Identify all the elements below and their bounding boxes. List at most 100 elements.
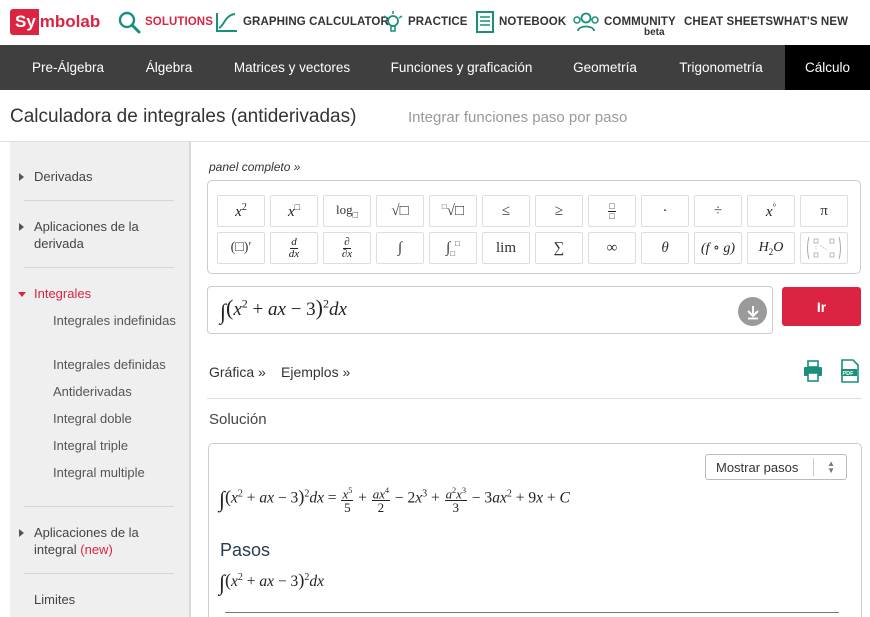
key-partial[interactable]: ∂ ∂x <box>323 232 371 264</box>
nav-practice[interactable]: PRACTICE <box>382 8 468 36</box>
key-degree[interactable]: x° <box>747 195 795 227</box>
sidebar-subitem[interactable]: Integral triple <box>53 437 185 454</box>
key-fraction[interactable]: □ □ <box>588 195 636 227</box>
math-keypad: x2 x□ log□ √□ □√□ ≤ ≥ □ □ · ÷ x° π (□)′ d… <box>207 180 861 274</box>
sidebar-divider <box>24 506 174 507</box>
search-icon <box>118 11 141 34</box>
graph-link[interactable]: Gráfica » <box>209 364 266 380</box>
category-tab[interactable]: Funciones y graficación <box>380 45 543 90</box>
logo-badge: Sy <box>10 9 39 35</box>
beta-badge: beta <box>644 27 665 38</box>
key-definite-integral[interactable]: ∫□□ <box>429 232 477 264</box>
logo-text: mbolab <box>39 12 101 31</box>
nav-practice-label: PRACTICE <box>408 16 468 28</box>
sidebar-item-limites[interactable]: Limites <box>10 591 185 608</box>
sidebar-divider <box>24 200 174 201</box>
input-expression: ∫(x2 + ax − 3)2dx <box>220 295 347 324</box>
key-infinity[interactable]: ∞ <box>588 232 636 264</box>
key-sqrt[interactable]: √□ <box>376 195 424 227</box>
print-icon[interactable] <box>803 360 823 387</box>
notebook-icon <box>476 11 494 33</box>
community-icon <box>573 12 599 32</box>
sidebar: Derivadas Aplicaciones de la derivada In… <box>10 142 191 617</box>
key-prime[interactable]: (□)′ <box>217 232 265 264</box>
nav-cheat-sheets[interactable]: CHEAT SHEETS <box>684 8 773 36</box>
key-composition[interactable]: (f ∘ g) <box>694 232 742 264</box>
key-pi[interactable]: π <box>800 195 848 227</box>
key-chemistry[interactable]: H2O <box>747 232 795 264</box>
chevron-down-icon <box>18 292 26 297</box>
examples-link[interactable]: Ejemplos » <box>281 364 350 380</box>
key-leq[interactable]: ≤ <box>482 195 530 227</box>
category-tab-active[interactable]: Cálculo <box>785 45 870 90</box>
nav-cheat-sheets-label: CHEAT SHEETS <box>684 16 774 28</box>
top-nav: Sy mbolab SOLUTIONS GRAPHING CALCULATOR P… <box>0 0 870 45</box>
full-panel-link[interactable]: panel completo » <box>209 160 300 174</box>
sidebar-subitem[interactable]: Integrales definidas <box>53 356 185 373</box>
nav-whats-new-label: WHAT'S NEW <box>773 16 849 28</box>
nav-graphing-calculator[interactable]: GRAPHING CALCULATOR <box>215 8 389 36</box>
go-button[interactable]: Ir <box>782 287 861 326</box>
arrow-down-icon <box>746 305 759 319</box>
key-divide[interactable]: ÷ <box>694 195 742 227</box>
sidebar-item-derivadas[interactable]: Derivadas <box>10 168 185 185</box>
category-bar: Pre-Álgebra Álgebra Matrices y vectores … <box>0 45 870 90</box>
show-steps-label: Mostrar pasos <box>716 460 799 475</box>
sidebar-subitem[interactable]: Integrales indefinidas <box>53 312 185 329</box>
graph-icon <box>216 13 237 32</box>
page-title: Calculadora de integrales (antiderivadas… <box>10 106 357 127</box>
key-sum[interactable]: ∑ <box>535 232 583 264</box>
steps-title: Pasos <box>220 540 271 560</box>
category-tab[interactable]: Trigonometría <box>664 45 778 90</box>
key-log[interactable]: log□ <box>323 195 371 227</box>
symbolab-logo[interactable]: Sy mbolab <box>10 8 100 36</box>
chevron-right-icon <box>19 529 24 537</box>
sidebar-divider <box>24 267 174 268</box>
nav-notebook[interactable]: NOTEBOOK <box>475 8 566 36</box>
category-tab[interactable]: Álgebra <box>130 45 208 90</box>
chevron-right-icon <box>19 173 24 181</box>
updown-caret-icon: ▲ ▼ <box>827 459 835 475</box>
category-tab[interactable]: Geometría <box>562 45 648 90</box>
nav-whats-new[interactable]: WHAT'S NEW <box>773 8 848 36</box>
lightbulb-icon <box>383 11 403 32</box>
pdf-icon[interactable]: PDF <box>840 359 860 388</box>
key-nthroot[interactable]: □√□ <box>429 195 477 227</box>
key-square[interactable]: x2 <box>217 195 265 227</box>
show-steps-dropdown[interactable]: Mostrar pasos ▲ ▼ <box>705 454 847 480</box>
new-badge: (new) <box>80 542 113 557</box>
key-power[interactable]: x□ <box>270 195 318 227</box>
key-matrix[interactable] <box>800 232 848 264</box>
sidebar-subitem[interactable]: Integral multiple <box>53 464 185 481</box>
sidebar-subitem[interactable]: Antiderivadas <box>53 383 185 400</box>
download-button[interactable] <box>738 297 767 326</box>
sidebar-item-integrales[interactable]: Integrales <box>10 285 185 302</box>
solution-label: Solución <box>209 411 267 428</box>
page-subtitle: Integrar funciones paso por paso <box>408 109 628 126</box>
sidebar-subitem[interactable]: Integral doble <box>53 410 185 427</box>
nav-graphing-label: GRAPHING CALCULATOR <box>243 16 389 28</box>
svg-text:PDF: PDF <box>843 371 855 377</box>
solution-result: ∫(x2 + ax − 3)2dx = x5 5 + ax4 2 − 2x3 + a… <box>219 486 570 516</box>
steps-expression: ∫(x2 + ax − 3)2dx <box>219 570 324 595</box>
key-integral[interactable]: ∫ <box>376 232 424 264</box>
solution-panel: Mostrar pasos ▲ ▼ ∫(x2 + ax − 3)2dx = x5 5… <box>208 443 862 617</box>
nav-solutions[interactable]: SOLUTIONS <box>117 8 213 36</box>
category-tab[interactable]: Pre-Álgebra <box>14 45 122 90</box>
sidebar-item-aplicaciones-derivada[interactable]: Aplicaciones de la derivada <box>10 218 185 252</box>
key-theta[interactable]: θ <box>641 232 689 264</box>
key-derivative[interactable]: d dx <box>270 232 318 264</box>
sidebar-item-aplicaciones-integral[interactable]: Aplicaciones de la integral (new) <box>10 524 185 558</box>
nav-solutions-label: SOLUTIONS <box>145 16 213 28</box>
key-dot[interactable]: · <box>641 195 689 227</box>
key-limit[interactable]: lim <box>482 232 530 264</box>
nav-notebook-label: NOTEBOOK <box>499 16 567 28</box>
links-divider <box>207 398 862 399</box>
expression-input[interactable]: ∫(x2 + ax − 3)2dx <box>207 286 773 334</box>
sidebar-divider <box>24 573 174 574</box>
nav-community-label: COMMUNITY <box>604 16 676 28</box>
category-tab[interactable]: Matrices y vectores <box>222 45 362 90</box>
key-geq[interactable]: ≥ <box>535 195 583 227</box>
steps-divider <box>225 612 839 613</box>
matrix-icon <box>807 236 841 260</box>
